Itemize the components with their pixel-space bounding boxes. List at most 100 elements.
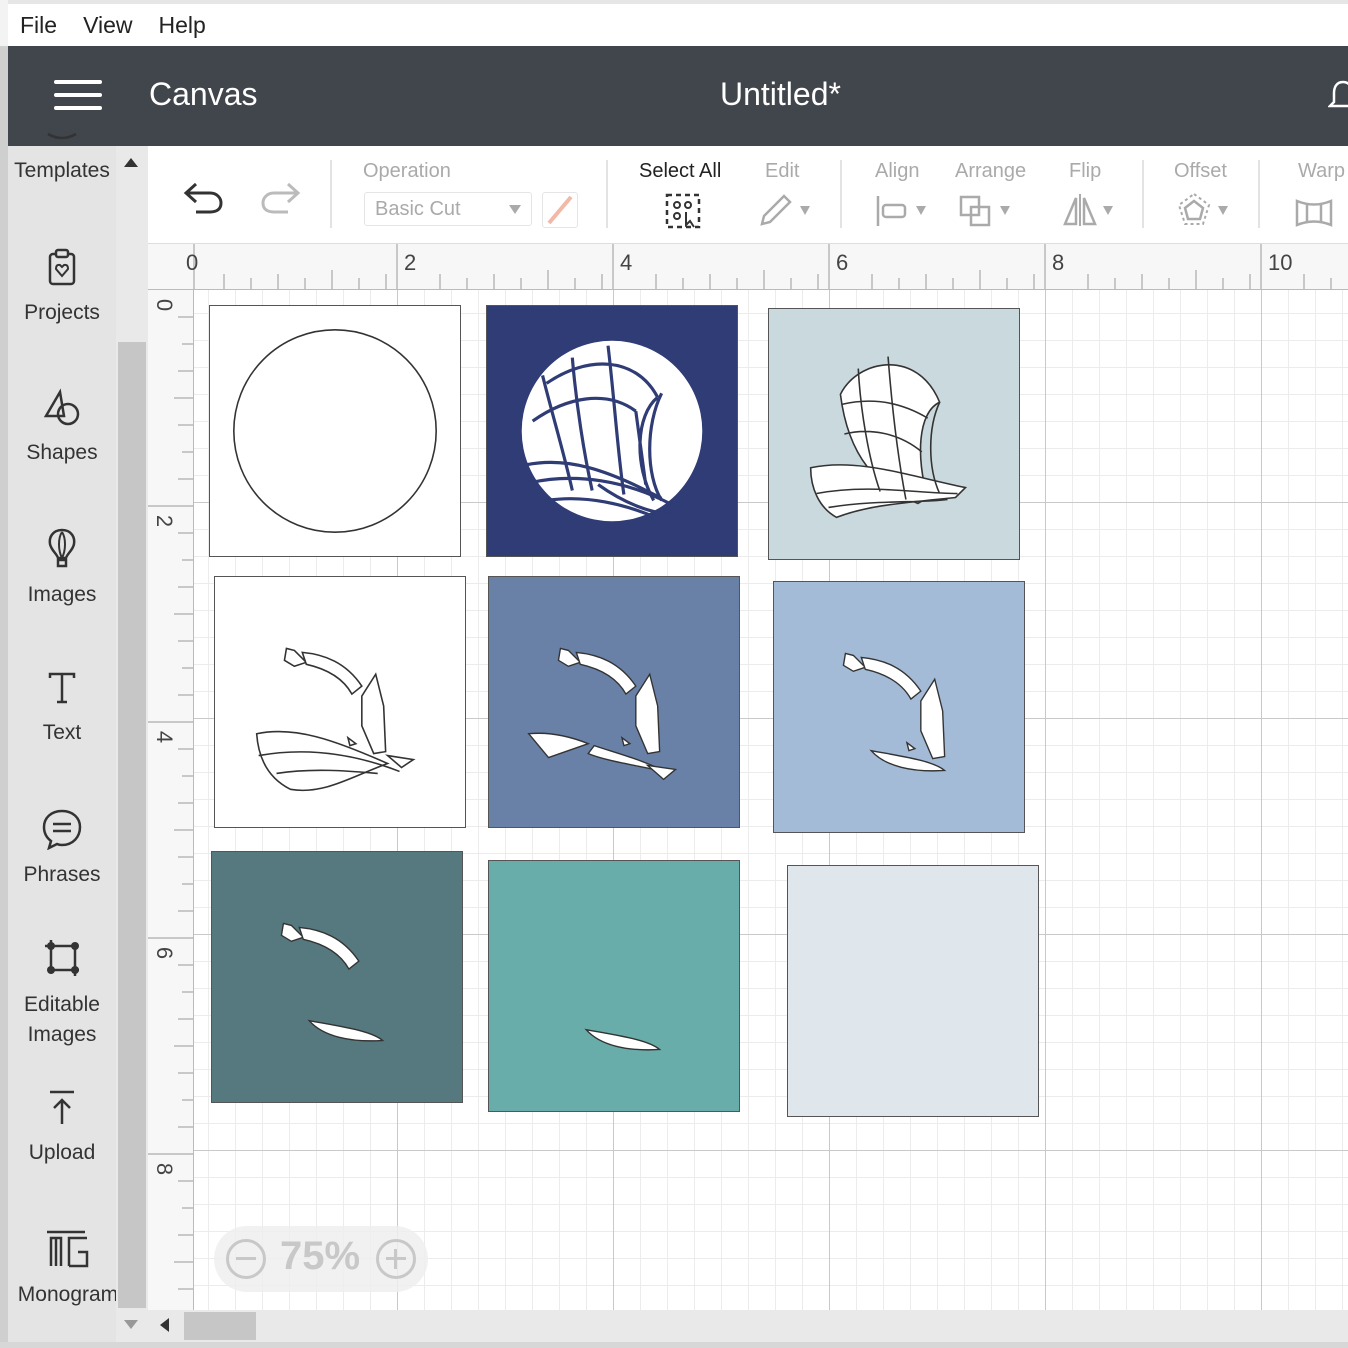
layer-tile-navy[interactable]: [486, 305, 738, 557]
toolbar-divider: [1142, 160, 1144, 228]
ship-pieces-cutout: [280, 922, 385, 1042]
layer-tile-white-circle[interactable]: [209, 305, 461, 557]
left-sidebar: Templates Projects Shapes Images Text Ph…: [8, 132, 118, 1342]
edit-pencil-icon[interactable]: [758, 192, 794, 228]
sidebar-item-images[interactable]: Images: [8, 528, 116, 610]
editable-images-icon: [45, 940, 79, 976]
chevron-down-icon[interactable]: [1218, 206, 1228, 215]
scroll-down-arrow-icon[interactable]: [124, 1320, 138, 1329]
zoom-in-icon[interactable]: [376, 1239, 416, 1279]
slash-pen-icon: [547, 195, 573, 225]
circle-outline: [233, 329, 437, 533]
warp-label: Warp: [1298, 160, 1346, 182]
monogram-icon: [47, 1230, 89, 1268]
menu-view[interactable]: View: [83, 12, 132, 39]
sidebar-item-label: Templates: [14, 159, 110, 182]
sidebar-item-projects[interactable]: Projects: [8, 248, 116, 328]
arrange-icon[interactable]: [958, 194, 994, 228]
scroll-left-arrow-icon[interactable]: [160, 1318, 169, 1332]
align-label: Align: [875, 160, 920, 182]
sidebar-item-upload[interactable]: Upload: [8, 1088, 116, 1168]
sidebar-item-shapes[interactable]: Shapes: [8, 388, 116, 468]
layer-tile-slate-blue[interactable]: [488, 576, 740, 828]
sidebar-item-label: Text: [42, 721, 82, 744]
ship-pieces-cutout: [527, 647, 678, 781]
templates-icon: [47, 132, 77, 140]
zoom-out-icon[interactable]: [226, 1239, 266, 1279]
design-canvas[interactable]: [194, 290, 1348, 1310]
toolbar-divider: [1258, 160, 1260, 228]
bell-icon[interactable]: [1328, 78, 1348, 114]
operation-label: Operation: [363, 160, 451, 182]
zoom-level: 75%: [280, 1234, 361, 1278]
ruler-number: 2: [404, 250, 417, 275]
layer-tile-white-ship[interactable]: [214, 576, 466, 828]
sidebar-item-label: Editable Images: [24, 993, 100, 1046]
ruler-number: 8: [152, 1162, 178, 1176]
warp-icon[interactable]: [1294, 198, 1334, 228]
hamburger-menu-icon[interactable]: [54, 80, 102, 112]
ruler-ticks: [193, 244, 1332, 289]
sidebar-item-label: Monogram: [17, 1283, 119, 1306]
zoom-control: 75%: [214, 1226, 428, 1292]
canvas-horizontal-scrollbar[interactable]: [148, 1310, 1348, 1342]
operation-value: Basic Cut: [375, 198, 461, 220]
redo-icon[interactable]: [258, 180, 302, 216]
pen-color-swatch[interactable]: [542, 192, 578, 228]
layer-tile-dark-teal[interactable]: [211, 851, 463, 1103]
ruler-number: 4: [620, 250, 633, 275]
sidebar-item-label: Shapes: [26, 441, 98, 464]
sidebar-item-templates[interactable]: Templates: [8, 132, 116, 186]
layer-tile-light-blue[interactable]: [773, 581, 1025, 833]
menu-help[interactable]: Help: [159, 12, 206, 39]
menu-bar: File View Help: [8, 0, 1348, 46]
chevron-down-icon[interactable]: [1103, 206, 1113, 215]
layer-tile-teal[interactable]: [488, 860, 740, 1112]
chevron-down-icon[interactable]: [1000, 206, 1010, 215]
ship-piece-cutout: [584, 1028, 662, 1051]
ruler-number: 10: [1268, 250, 1293, 275]
sidebar-item-label: Projects: [24, 301, 100, 324]
images-icon: [48, 528, 76, 568]
ruler-number: 4: [152, 730, 178, 744]
align-icon[interactable]: [874, 194, 910, 228]
menu-file[interactable]: File: [20, 12, 57, 39]
shapes-icon: [43, 388, 80, 426]
ruler-ticks: [148, 316, 193, 1290]
edit-toolbar: Operation Basic Cut Select All Edit Alig…: [148, 146, 1348, 244]
edit-label: Edit: [765, 160, 800, 182]
select-all-icon[interactable]: [664, 192, 702, 230]
sidebar-item-editable-images[interactable]: Editable Images: [8, 936, 116, 1050]
sidebar-item-monogram[interactable]: Monogram: [14, 1228, 122, 1310]
upload-icon: [50, 1090, 74, 1124]
sidebar-item-label: Phrases: [23, 863, 101, 886]
layer-tile-light-gray-blue[interactable]: [768, 308, 1020, 560]
document-title[interactable]: Untitled*: [720, 76, 841, 113]
sidebar-item-text[interactable]: Text: [8, 668, 116, 748]
sidebar-scroll-thumb[interactable]: [118, 342, 146, 1308]
design-space-window: File View Help Canvas Untitled* Template…: [0, 0, 1348, 1348]
app-header: Canvas Untitled*: [8, 46, 1348, 146]
ruler-number: 0: [152, 298, 178, 312]
layer-tile-pale-gray[interactable]: [787, 865, 1039, 1117]
sidebar-item-label: Images: [27, 583, 97, 606]
chevron-down-icon: [509, 205, 521, 214]
scroll-up-arrow-icon[interactable]: [124, 158, 138, 167]
operation-select[interactable]: Basic Cut: [364, 192, 532, 226]
ruler-number: 6: [152, 946, 178, 960]
phrases-icon: [42, 809, 82, 850]
top-ruler: 0 2 4 6 8 10: [148, 244, 1348, 290]
window-edge: [0, 46, 8, 1348]
text-icon: [48, 672, 76, 704]
chevron-down-icon[interactable]: [916, 206, 926, 215]
sidebar-item-phrases[interactable]: Phrases: [8, 808, 116, 890]
offset-icon[interactable]: [1176, 192, 1212, 228]
sailboat-circle-cutout: [521, 340, 703, 522]
flip-icon[interactable]: [1062, 192, 1098, 228]
toolbar-divider: [840, 160, 842, 228]
ship-pieces-cutout: [842, 652, 947, 772]
horizontal-scroll-thumb[interactable]: [184, 1312, 256, 1340]
toolbar-divider: [330, 160, 332, 228]
chevron-down-icon[interactable]: [800, 206, 810, 215]
undo-icon[interactable]: [182, 180, 226, 216]
